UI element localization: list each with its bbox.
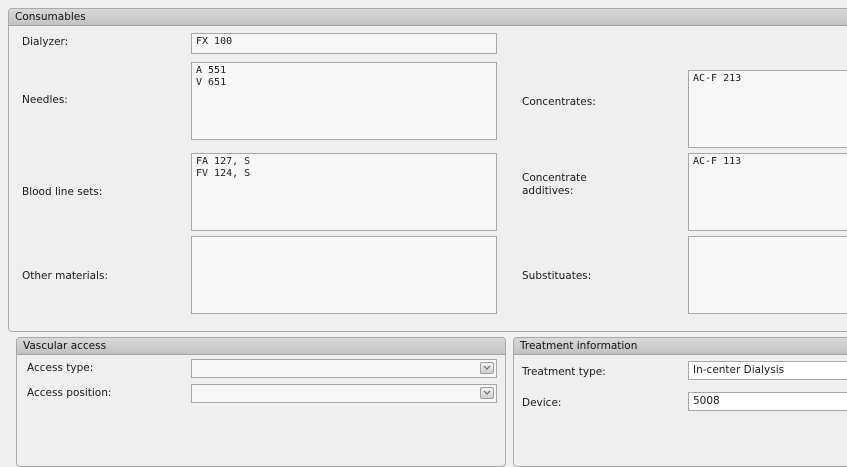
substituates-label: Substituates:: [522, 270, 592, 282]
blood-line-sets-label: Blood line sets:: [22, 186, 103, 198]
vascular-access-header: Vascular access: [17, 338, 505, 355]
access-position-label: Access position:: [27, 387, 112, 399]
blood-line-sets-field[interactable]: FA 127, S FV 124, S: [191, 153, 497, 231]
needles-field[interactable]: A 551 V 651: [191, 62, 497, 140]
access-position-select[interactable]: [191, 384, 497, 403]
dialyzer-field[interactable]: FX 100: [191, 33, 497, 54]
other-materials-field[interactable]: [191, 236, 497, 314]
concentrate-additives-field[interactable]: AC-F 113: [688, 153, 847, 231]
concentrates-field[interactable]: AC-F 213: [688, 70, 847, 148]
treatment-information-header: Treatment information: [514, 338, 847, 355]
device-label: Device:: [522, 397, 562, 409]
access-type-select[interactable]: [191, 359, 497, 378]
concentrate-additives-label: Concentrate additives:: [522, 172, 587, 197]
substituates-field[interactable]: [688, 236, 847, 314]
chevron-down-icon[interactable]: [480, 362, 494, 374]
treatment-type-field[interactable]: In-center Dialysis: [688, 361, 847, 380]
consumables-header: Consumables: [9, 9, 847, 26]
access-type-label: Access type:: [27, 362, 94, 374]
concentrates-label: Concentrates:: [522, 96, 596, 108]
needles-label: Needles:: [22, 94, 68, 106]
treatment-type-label: Treatment type:: [522, 366, 606, 378]
chevron-down-icon[interactable]: [480, 387, 494, 399]
device-field[interactable]: 5008: [688, 392, 847, 411]
other-materials-label: Other materials:: [22, 270, 108, 282]
dialyzer-label: Dialyzer:: [22, 36, 69, 48]
